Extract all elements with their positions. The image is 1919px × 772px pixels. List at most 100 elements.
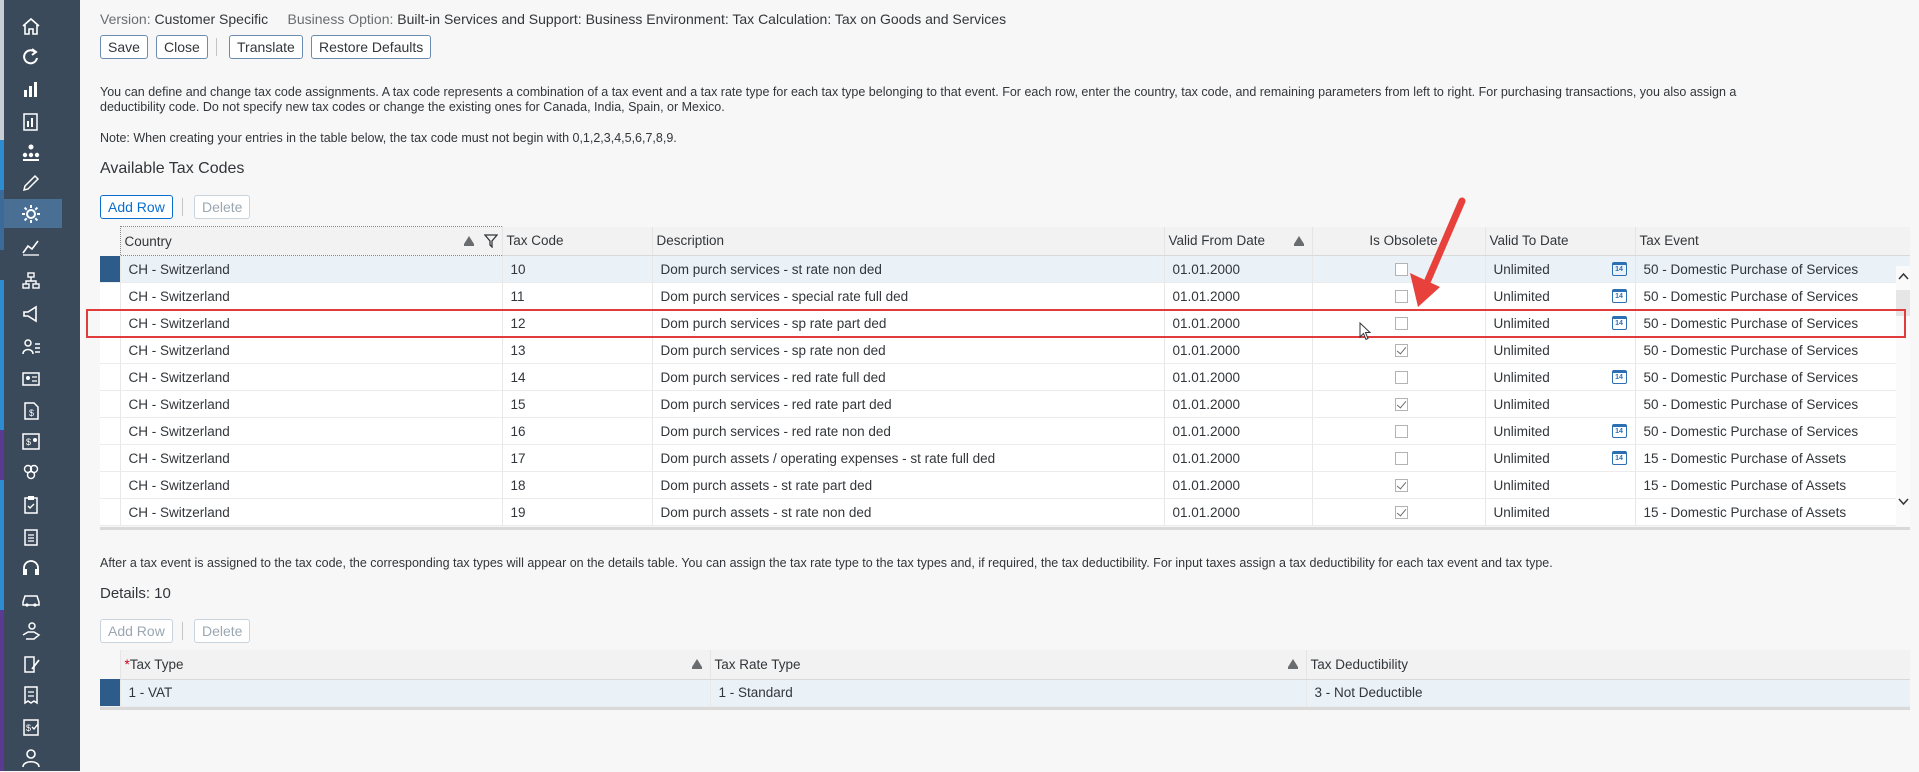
column-header-tax-event[interactable]: Tax Event — [1634, 226, 1910, 256]
is-obsolete-checkbox[interactable] — [1395, 425, 1408, 439]
tax-event-cell[interactable]: 15 - Domestic Purchase of Assets — [1634, 471, 1910, 499]
valid-from-date-cell[interactable]: 01.01.2000 — [1163, 444, 1312, 472]
row-selector[interactable] — [100, 336, 120, 364]
tax-code-cell[interactable]: 11 — [501, 282, 652, 310]
country-cell[interactable]: CH - Switzerland — [119, 255, 502, 283]
table-row[interactable]: CH - Switzerland 10 Dom purch services - s… — [100, 255, 1910, 283]
column-header-valid-from-date[interactable]: Valid From Date — [1163, 226, 1312, 256]
nav-id-card[interactable] — [0, 364, 62, 393]
tax-deductibility-cell[interactable]: 3 - Not Deductible — [1305, 679, 1910, 707]
valid-from-date-cell[interactable]: 01.01.2000 — [1163, 390, 1312, 418]
description-cell[interactable]: Dom purch services - special rate full d… — [651, 282, 1164, 310]
table-row[interactable]: CH - Switzerland 13 Dom purch services - s… — [100, 336, 1910, 364]
is-obsolete-checkbox[interactable] — [1395, 506, 1408, 520]
horizontal-scrollbar[interactable] — [100, 707, 1910, 710]
country-cell[interactable]: CH - Switzerland — [119, 471, 502, 499]
nav-refresh[interactable] — [0, 42, 62, 71]
description-cell[interactable]: Dom purch assets - st rate non ded — [651, 498, 1164, 526]
is-obsolete-checkbox[interactable] — [1395, 479, 1408, 493]
tax-event-cell[interactable]: 50 - Domestic Purchase of Services — [1634, 336, 1910, 364]
row-selector[interactable] — [100, 498, 120, 526]
valid-from-date-cell[interactable]: 01.01.2000 — [1163, 363, 1312, 391]
calendar-icon[interactable]: 14 — [1611, 370, 1627, 384]
nav-analytics[interactable] — [0, 232, 62, 261]
nav-hierarchy[interactable] — [0, 266, 62, 295]
nav-receipt[interactable] — [0, 680, 62, 709]
scroll-up-icon[interactable] — [1898, 272, 1909, 280]
row-selector[interactable] — [100, 282, 120, 310]
nav-hand-coin[interactable] — [0, 616, 62, 645]
row-selector[interactable] — [100, 255, 120, 283]
tax-codes-vertical-scrollbar[interactable] — [1896, 266, 1910, 526]
scroll-down-icon[interactable] — [1898, 498, 1909, 506]
tax-code-cell[interactable]: 19 — [501, 498, 652, 526]
description-cell[interactable]: Dom purch services - red rate part ded — [651, 390, 1164, 418]
tax-code-cell[interactable]: 13 — [501, 336, 652, 364]
valid-from-date-cell[interactable]: 01.01.2000 — [1163, 417, 1312, 445]
table-row[interactable]: CH - Switzerland 14 Dom purch services - r… — [100, 363, 1910, 391]
add-row-button[interactable]: Add Row — [100, 195, 173, 219]
nav-megaphone[interactable] — [0, 299, 62, 328]
delete-button[interactable]: Delete — [194, 195, 251, 219]
description-cell[interactable]: Dom purch services - st rate non ded — [651, 255, 1164, 283]
table-row[interactable]: CH - Switzerland 11 Dom purch services - s… — [100, 282, 1910, 310]
tax-code-cell[interactable]: 14 — [501, 363, 652, 391]
column-header-country[interactable]: Country — [119, 226, 503, 256]
tax-code-cell[interactable]: 18 — [501, 471, 652, 499]
calendar-icon[interactable]: 14 — [1611, 424, 1627, 438]
nav-car[interactable] — [0, 584, 62, 613]
nav-person-list[interactable] — [0, 332, 62, 361]
nav-org-chart[interactable] — [0, 138, 62, 167]
valid-to-date-cell[interactable]: Unlimited 14 — [1484, 363, 1635, 391]
valid-to-date-cell[interactable]: Unlimited — [1484, 390, 1635, 418]
column-header-tax-code[interactable]: Tax Code — [501, 226, 652, 256]
valid-to-date-cell[interactable]: Unlimited — [1484, 336, 1635, 364]
tax-code-cell[interactable]: 16 — [501, 417, 652, 445]
country-cell[interactable]: CH - Switzerland — [119, 498, 502, 526]
valid-to-date-cell[interactable]: Unlimited 14 — [1484, 282, 1635, 310]
country-cell[interactable]: CH - Switzerland — [119, 444, 502, 472]
is-obsolete-checkbox[interactable] — [1395, 452, 1408, 466]
description-cell[interactable]: Dom purch services - red rate non ded — [651, 417, 1164, 445]
nav-person[interactable] — [0, 743, 62, 772]
nav-headset[interactable] — [0, 553, 62, 582]
translate-button[interactable]: Translate — [229, 35, 303, 59]
column-header-description[interactable]: Description — [651, 226, 1164, 256]
row-selector[interactable] — [100, 390, 120, 418]
description-cell[interactable]: Dom purch assets - st rate part ded — [651, 471, 1164, 499]
country-cell[interactable]: CH - Switzerland — [119, 336, 502, 364]
nav-clipboard[interactable] — [0, 490, 62, 519]
nav-dollar-check[interactable]: $ — [0, 712, 62, 741]
column-header-valid-to-date[interactable]: Valid To Date — [1484, 226, 1635, 256]
table-row[interactable]: CH - Switzerland 17 Dom purch assets / ope… — [100, 444, 1910, 472]
valid-from-date-cell[interactable]: 01.01.2000 — [1163, 255, 1312, 283]
country-cell[interactable]: CH - Switzerland — [119, 282, 502, 310]
details-add-row-button[interactable]: Add Row — [100, 619, 173, 643]
tax-event-cell[interactable]: 15 - Domestic Purchase of Assets — [1634, 498, 1910, 526]
is-obsolete-checkbox[interactable] — [1395, 344, 1408, 358]
nav-edit[interactable] — [0, 168, 62, 197]
calendar-icon[interactable]: 14 — [1611, 262, 1627, 276]
column-header-tax-deductibility[interactable]: Tax Deductibility — [1305, 650, 1910, 680]
description-cell[interactable]: Dom purch assets / operating expenses - … — [651, 444, 1164, 472]
calendar-icon[interactable]: 14 — [1611, 451, 1627, 465]
row-selector[interactable] — [100, 417, 120, 445]
tax-code-cell[interactable]: 17 — [501, 444, 652, 472]
tax-type-cell[interactable]: 1 - VAT — [119, 679, 710, 707]
nav-pen-doc[interactable] — [0, 649, 62, 678]
tax-event-cell[interactable]: 50 - Domestic Purchase of Services — [1634, 282, 1910, 310]
nav-dollar-doc[interactable]: $ — [0, 396, 62, 425]
save-button[interactable]: Save — [100, 35, 148, 59]
row-selector[interactable] — [100, 444, 120, 472]
column-header-tax-type[interactable]: *Tax Type — [119, 650, 710, 680]
calendar-icon[interactable]: 14 — [1611, 289, 1627, 303]
valid-to-date-cell[interactable]: Unlimited — [1484, 498, 1635, 526]
country-cell[interactable]: CH - Switzerland — [119, 417, 502, 445]
column-header-tax-rate-type[interactable]: Tax Rate Type — [709, 650, 1306, 680]
nav-cubes[interactable] — [0, 457, 62, 486]
nav-bar-chart[interactable] — [0, 74, 62, 103]
valid-to-date-cell[interactable]: Unlimited 14 — [1484, 255, 1635, 283]
valid-from-date-cell[interactable]: 01.01.2000 — [1163, 336, 1312, 364]
nav-home[interactable] — [0, 11, 62, 40]
row-selector[interactable] — [100, 471, 120, 499]
